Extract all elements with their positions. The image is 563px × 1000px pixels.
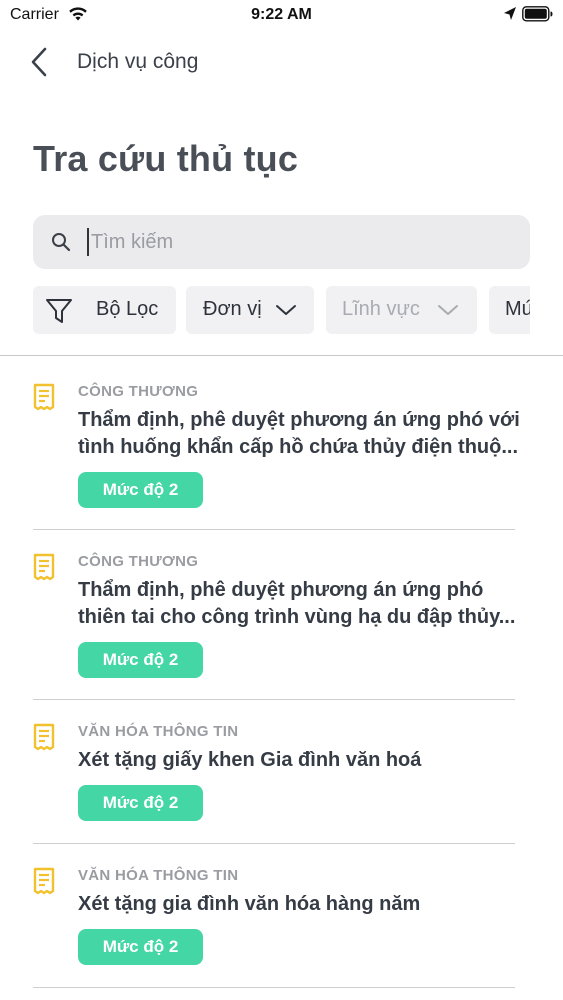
document-icon <box>33 553 55 581</box>
procedure-category: CÔNG THƯƠNG <box>78 553 199 570</box>
procedure-list-item[interactable]: VĂN HÓA THÔNG TIN Xét tặng giấy khen Gia… <box>0 723 563 823</box>
status-bar: Carrier 9:22 AM <box>0 0 563 30</box>
level-badge[interactable]: Mức độ 2 <box>78 785 203 821</box>
page-title: Tra cứu thủ tục <box>33 138 299 179</box>
filter-chip-linh-vuc[interactable]: Lĩnh vực <box>326 286 477 334</box>
procedure-list-item[interactable]: VĂN HÓA THÔNG TIN Xét tặng gia đình văn … <box>0 867 563 967</box>
nav-title: Dịch vụ công <box>77 50 199 73</box>
filter-button-label: Bộ Lọc <box>96 298 159 320</box>
chevron-down-icon <box>276 305 296 315</box>
procedure-list-item[interactable]: CÔNG THƯƠNG Thẩm định, phê duyệt phương … <box>0 553 563 683</box>
list-divider <box>33 843 515 844</box>
procedure-title-line: Thẩm định, phê duyệt phương án ứng phó v… <box>78 409 520 431</box>
procedure-title-line: Xét tặng gia đình văn hóa hàng năm <box>78 893 421 915</box>
procedure-title: Xét tặng giấy khen Gia đình văn hoá <box>78 747 528 774</box>
procedure-title-line: Xét tặng giấy khen Gia đình văn hoá <box>78 749 422 771</box>
filter-chip-label: Mứ <box>505 298 530 320</box>
location-arrow-icon <box>504 7 516 20</box>
back-button[interactable] <box>26 44 56 80</box>
battery-icon <box>522 6 553 22</box>
filter-bar: Bộ Lọc Đơn vị Lĩnh vực Mứ <box>33 286 530 334</box>
search-bar[interactable] <box>33 215 530 269</box>
filter-button[interactable]: Bộ Lọc <box>33 286 176 334</box>
procedure-title: Thẩm định, phê duyệt phương án ứng phó v… <box>78 407 528 461</box>
list-divider <box>33 987 515 988</box>
filter-chip-muc-do[interactable]: Mứ <box>489 286 530 334</box>
procedure-title: Xét tặng gia đình văn hóa hàng năm <box>78 891 528 918</box>
clock: 9:22 AM <box>251 6 312 23</box>
procedure-title-line: thiên tai cho công trình vùng hạ du đập … <box>78 606 516 628</box>
list-divider <box>33 699 515 700</box>
header-divider <box>0 355 563 356</box>
document-icon <box>33 867 55 895</box>
navigation-bar: Dịch vụ công <box>0 38 563 86</box>
document-icon <box>33 383 55 411</box>
chevron-left-icon <box>31 47 47 77</box>
chevron-down-icon <box>438 305 458 315</box>
document-icon <box>33 723 55 751</box>
search-icon <box>52 233 71 252</box>
filter-chip-label: Đơn vị <box>203 298 262 320</box>
list-divider <box>33 529 515 530</box>
filter-chip-label: Lĩnh vực <box>342 298 420 320</box>
procedure-category: CÔNG THƯƠNG <box>78 383 199 400</box>
filter-chip-don-vi[interactable]: Đơn vị <box>186 286 314 334</box>
procedure-category: VĂN HÓA THÔNG TIN <box>78 723 239 740</box>
search-input[interactable] <box>91 223 511 261</box>
procedure-title-line: tình huống khẩn cấp hồ chứa thủy điện th… <box>78 436 519 458</box>
procedure-title: Thẩm định, phê duyệt phương án ứng phó t… <box>78 577 528 631</box>
level-badge[interactable]: Mức độ 2 <box>78 929 203 965</box>
text-cursor <box>87 228 89 256</box>
level-badge[interactable]: Mức độ 2 <box>78 642 203 678</box>
procedure-title-line: Thẩm định, phê duyệt phương án ứng phó <box>78 579 484 601</box>
level-badge[interactable]: Mức độ 2 <box>78 472 203 508</box>
procedure-category: VĂN HÓA THÔNG TIN <box>78 867 239 884</box>
procedure-list-item[interactable]: CÔNG THƯƠNG Thẩm định, phê duyệt phương … <box>0 383 563 513</box>
funnel-icon <box>46 299 72 323</box>
